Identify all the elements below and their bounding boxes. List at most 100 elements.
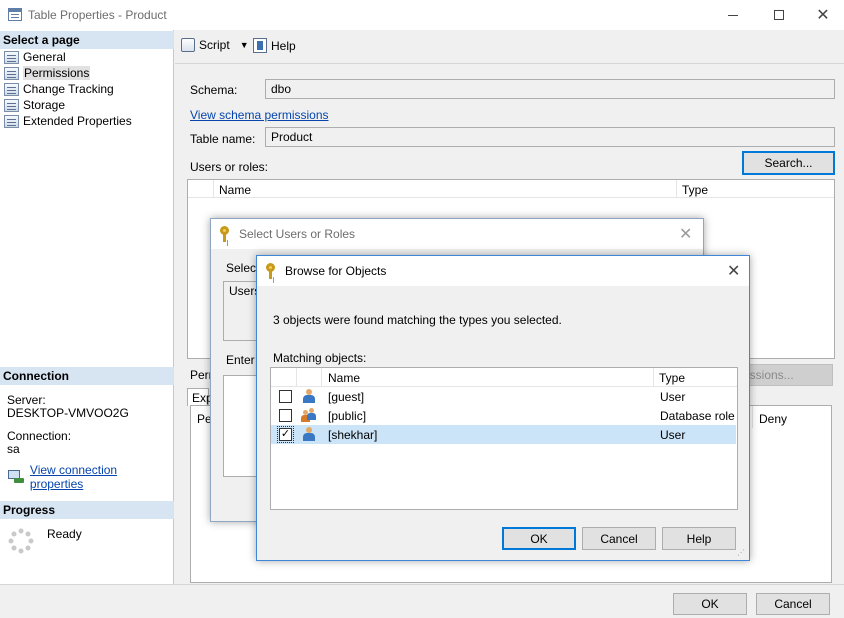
page-item-label: Change Tracking [23, 82, 114, 96]
table-properties-icon [8, 8, 22, 21]
schema-label: Schema: [190, 83, 237, 97]
schema-field: dbo [265, 79, 835, 99]
window-title: Table Properties - Product [28, 8, 167, 22]
table-name-label: Table name: [190, 132, 255, 146]
list-header: Name Type [271, 368, 737, 387]
effective-permissions-button[interactable]: issions... [740, 364, 833, 386]
key-icon [265, 263, 279, 279]
ok-button[interactable]: OK [673, 593, 747, 615]
browse-help-button[interactable]: Help [662, 527, 736, 550]
maximize-button[interactable] [756, 0, 802, 30]
list-item[interactable]: [public] Database role [271, 406, 736, 425]
help-button[interactable]: Help [253, 38, 296, 53]
column-header-name[interactable]: Name [328, 371, 360, 385]
page-icon [4, 51, 19, 64]
sidebar: Select a page General Permissions Change… [0, 30, 174, 584]
column-divider [752, 406, 753, 428]
browse-cancel-button[interactable]: Cancel [582, 527, 656, 550]
browse-dialog-title: Browse for Objects [285, 264, 386, 278]
page-item-label: Storage [23, 98, 65, 112]
connection-header: Connection [0, 367, 174, 385]
tab-explicit[interactable]: Exp [187, 388, 209, 406]
object-type: User [660, 390, 685, 404]
chevron-down-icon[interactable]: ▼ [240, 40, 249, 50]
user-icon [302, 389, 316, 403]
page-item-label: Extended Properties [23, 114, 132, 128]
close-icon: ✕ [816, 5, 829, 25]
column-divider [321, 368, 322, 387]
object-name: [guest] [328, 390, 364, 404]
grid-header-type[interactable]: Type [682, 183, 708, 197]
matching-objects-label: Matching objects: [273, 351, 366, 365]
script-button[interactable]: Script ▼ [181, 38, 249, 52]
column-divider [213, 180, 214, 198]
close-icon[interactable]: ✕ [679, 224, 692, 244]
grid-header: Name Type [188, 180, 834, 198]
role-icon [301, 408, 317, 422]
deny-column-header: Deny [759, 412, 787, 426]
browse-ok-button[interactable]: OK [502, 527, 576, 550]
users-roles-label: Users or roles: [190, 160, 268, 174]
connection-properties-icon [8, 470, 24, 484]
object-name: [shekhar] [328, 428, 377, 442]
toolbar: Script ▼ Help [175, 30, 844, 64]
table-name-field: Product [265, 127, 835, 147]
connection-label: Connection: [7, 429, 71, 443]
page-item-label: General [23, 50, 66, 64]
page-icon [4, 115, 19, 128]
page-item-extended-properties[interactable]: Extended Properties [4, 113, 132, 129]
user-icon [302, 427, 316, 441]
page-icon [4, 83, 19, 96]
close-icon[interactable]: ✕ [727, 261, 740, 281]
cancel-button[interactable]: Cancel [756, 593, 830, 615]
view-connection-properties-link[interactable]: View connection properties [30, 463, 173, 491]
server-label: Server: [7, 393, 46, 407]
list-item-selected[interactable]: ✓ [shekhar] User [271, 425, 736, 444]
row-checkbox[interactable] [279, 390, 292, 403]
window-title-bar: Table Properties - Product ✕ [0, 0, 844, 30]
script-label: Script [199, 38, 230, 52]
list-item[interactable]: [guest] User [271, 387, 736, 406]
view-connection-properties[interactable]: View connection properties [8, 463, 173, 491]
page-item-change-tracking[interactable]: Change Tracking [4, 81, 114, 97]
key-icon [219, 226, 233, 242]
browse-for-objects-dialog: Browse for Objects ✕ 3 objects were foun… [256, 255, 750, 561]
column-divider [296, 368, 297, 387]
browse-dialog-title-bar: Browse for Objects [257, 256, 749, 286]
script-icon [181, 38, 195, 52]
select-page-header: Select a page [0, 31, 174, 49]
minimize-button[interactable] [710, 0, 756, 30]
column-divider [676, 180, 677, 198]
resize-grip-icon[interactable]: ⋰ [737, 548, 747, 558]
checkmark-icon: ✓ [281, 429, 290, 440]
page-item-label: Permissions [23, 66, 90, 80]
close-button[interactable]: ✕ [800, 0, 844, 30]
page-item-general[interactable]: General [4, 49, 66, 65]
search-button[interactable]: Search... [742, 151, 835, 175]
footer: OK Cancel [0, 584, 844, 618]
objects-found-text: 3 objects were found matching the types … [273, 313, 562, 327]
row-checkbox[interactable] [279, 409, 292, 422]
select-users-dialog-title: Select Users or Roles [239, 227, 355, 241]
progress-spinner-icon [7, 527, 35, 555]
page-item-permissions[interactable]: Permissions [4, 65, 90, 81]
row-checkbox[interactable]: ✓ [279, 428, 292, 441]
server-value: DESKTOP-VMVOO2G [7, 406, 129, 420]
help-icon [253, 38, 267, 53]
view-schema-permissions-link[interactable]: View schema permissions [190, 108, 329, 122]
column-header-type[interactable]: Type [659, 371, 685, 385]
select-users-dialog-title-bar: Select Users or Roles [211, 219, 703, 249]
minimize-icon [728, 15, 738, 16]
object-type: Database role [660, 409, 735, 423]
object-name: [public] [328, 409, 366, 423]
column-divider [653, 368, 654, 387]
page-item-storage[interactable]: Storage [4, 97, 65, 113]
object-type: User [660, 428, 685, 442]
progress-status: Ready [47, 527, 82, 541]
grid-header-name[interactable]: Name [219, 183, 251, 197]
connection-value: sa [7, 442, 20, 456]
page-icon [4, 67, 19, 80]
page-icon [4, 99, 19, 112]
progress-header: Progress [0, 501, 174, 519]
matching-objects-list[interactable]: Name Type [guest] User [public] Database… [270, 367, 738, 510]
